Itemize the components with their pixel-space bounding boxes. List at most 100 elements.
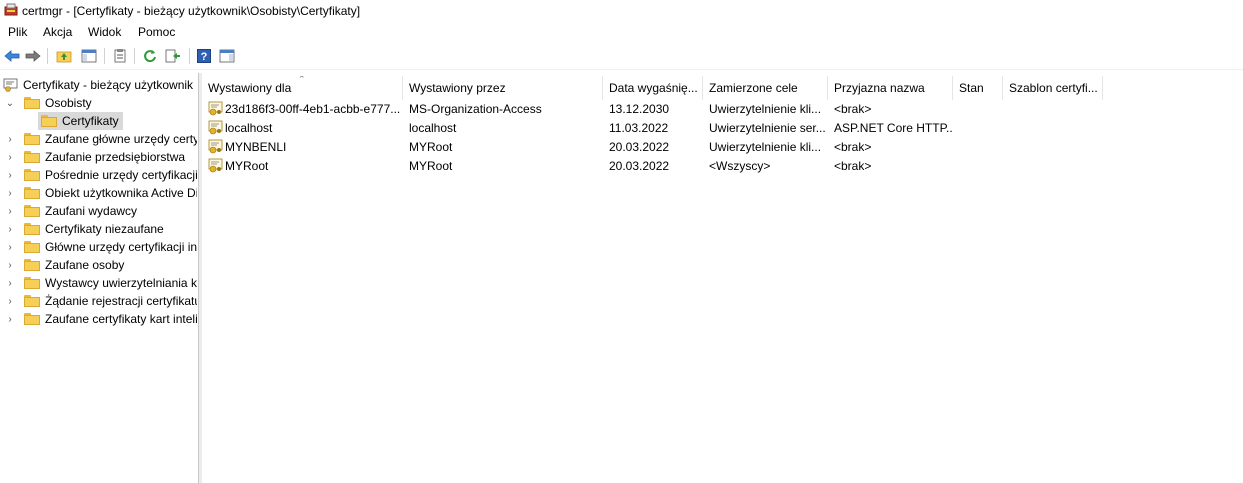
chevron-right-icon[interactable]: › [4, 150, 16, 164]
column-header-stan[interactable]: Stan [953, 76, 1003, 100]
up-folder-icon[interactable] [55, 47, 73, 65]
chevron-right-icon[interactable]: › [4, 312, 16, 326]
console-tree: Certyfikaty - bieżący użytkownik ⌄ Osobi… [0, 73, 197, 483]
tree-item-osobisty[interactable]: ⌄ Osobisty [4, 94, 92, 112]
cell-friendly-name: <brak> [834, 102, 872, 116]
toolbar-separator [47, 48, 48, 64]
table-row[interactable]: localhost localhost 11.03.2022 Uwierzyte… [202, 119, 1102, 138]
tree-item-label: Zaufane główne urzędy certyf [45, 132, 197, 146]
tree-item-zaufanie-przedsiebiorstwa[interactable]: › Zaufanie przedsiębiorstwa [4, 148, 185, 166]
column-header-wystawiony-dla[interactable]: ⌃ Wystawiony dla [202, 76, 403, 100]
tree-item-wystawcy-uwierzytelniania[interactable]: › Wystawcy uwierzytelniania kli [4, 274, 197, 292]
refresh-icon[interactable] [141, 47, 159, 65]
cell-issued-to: MYRoot [225, 159, 269, 173]
tree-item-active-directory[interactable]: › Obiekt użytkownika Active Di [4, 184, 197, 202]
tree-item-zadanie-rejestracji[interactable]: › Żądanie rejestracji certyfikatu [4, 292, 197, 310]
tree-item-glowne-inne[interactable]: › Główne urzędy certyfikacji inn [4, 238, 197, 256]
cell-issued-by: MYRoot [409, 159, 453, 173]
folder-icon [24, 133, 40, 145]
menu-pomoc[interactable]: Pomoc [138, 25, 175, 39]
show-hide-action-pane-icon[interactable] [218, 47, 236, 65]
chevron-right-icon[interactable]: › [4, 186, 16, 200]
menu-widok[interactable]: Widok [88, 25, 121, 39]
tree-item-label: Zaufane certyfikaty kart inteli [45, 312, 197, 326]
cell-issued-by: MS-Organization-Access [409, 102, 542, 116]
folder-icon [24, 169, 40, 181]
tree-item-label: Główne urzędy certyfikacji inn [45, 240, 197, 254]
column-label: Szablon certyfi... [1009, 81, 1098, 95]
sort-ascending-icon: ⌃ [298, 76, 306, 84]
folder-open-icon [41, 115, 57, 127]
certificate-icon [208, 120, 223, 135]
certificate-icon [208, 101, 223, 116]
chevron-right-icon[interactable]: › [4, 294, 16, 308]
menu-bar: Plik Akcja Widok Pomoc [0, 23, 1243, 43]
show-hide-tree-icon[interactable] [80, 47, 98, 65]
cell-issued-to: localhost [225, 121, 273, 135]
tree-item-label: Osobisty [45, 96, 92, 110]
chevron-right-icon[interactable]: › [4, 276, 16, 290]
tree-root[interactable]: Certyfikaty - bieżący użytkownik [3, 76, 193, 94]
tree-item-zaufane-glowne[interactable]: › Zaufane główne urzędy certyf [4, 130, 197, 148]
cell-expiration: 20.03.2022 [609, 140, 670, 154]
column-label: Zamierzone cele [709, 81, 798, 95]
toolbar: ? [0, 45, 1243, 70]
chevron-right-icon[interactable]: › [4, 240, 16, 254]
tree-item-label: Certyfikaty [62, 114, 119, 128]
toolbar-separator [104, 48, 105, 64]
column-header-wystawiony-przez[interactable]: Wystawiony przez [403, 76, 603, 100]
cell-friendly-name: <brak> [834, 140, 872, 154]
tree-item-posrednie[interactable]: › Pośrednie urzędy certyfikacji [4, 166, 197, 184]
chevron-down-icon[interactable]: ⌄ [4, 96, 16, 110]
chevron-right-icon[interactable]: › [4, 258, 16, 272]
table-row[interactable]: MYRoot MYRoot 20.03.2022 <Wszyscy> <brak… [202, 157, 1102, 176]
certificate-icon [208, 139, 223, 154]
chevron-right-icon[interactable]: › [4, 132, 16, 146]
tree-item-certyfikaty[interactable]: Certyfikaty [38, 112, 123, 130]
column-header-przyjazna-nazwa[interactable]: Przyjazna nazwa [828, 76, 953, 100]
tree-item-zaufani-wydawcy[interactable]: › Zaufani wydawcy [4, 202, 137, 220]
column-label: Data wygaśnię... [609, 81, 698, 95]
tree-item-karty-inteligentne[interactable]: › Zaufane certyfikaty kart inteli [4, 310, 197, 328]
table-row[interactable]: 23d186f3-00ff-4eb1-acbb-e777... MS-Organ… [202, 100, 1102, 119]
properties-icon[interactable] [111, 47, 129, 65]
table-row[interactable]: MYNBENLI MYRoot 20.03.2022 Uwierzytelnie… [202, 138, 1102, 157]
help-icon[interactable]: ? [195, 47, 213, 65]
column-label: Przyjazna nazwa [834, 81, 925, 95]
column-header-data-wygasniecia[interactable]: Data wygaśnię... [603, 76, 703, 100]
tree-item-label: Obiekt użytkownika Active Di [45, 186, 197, 200]
certificates-root-icon [3, 78, 18, 92]
svg-text:?: ? [201, 51, 208, 63]
folder-icon [24, 151, 40, 163]
folder-icon [24, 223, 40, 235]
cell-purposes: Uwierzytelnienie kli... [709, 140, 822, 154]
menu-plik[interactable]: Plik [8, 25, 27, 39]
cell-issued-by: localhost [409, 121, 457, 135]
tree-item-zaufane-osoby[interactable]: › Zaufane osoby [4, 256, 124, 274]
folder-icon [24, 313, 40, 325]
cell-purposes: Uwierzytelnienie kli... [709, 102, 822, 116]
column-header-zamierzone-cele[interactable]: Zamierzone cele [703, 76, 828, 100]
tree-item-label: Zaufanie przedsiębiorstwa [45, 150, 186, 164]
tree-item-niezaufane[interactable]: › Certyfikaty niezaufane [4, 220, 163, 238]
title-bar: certmgr - [Certyfikaty - bieżący użytkow… [0, 0, 1243, 22]
folder-icon [24, 187, 40, 199]
cell-issued-by: MYRoot [409, 140, 453, 154]
cell-issued-to: MYNBENLI [225, 140, 287, 154]
cell-expiration: 13.12.2030 [609, 102, 670, 116]
menu-akcja[interactable]: Akcja [43, 25, 72, 39]
back-icon[interactable] [3, 47, 21, 65]
column-label: Stan [959, 81, 984, 95]
folder-icon [24, 97, 40, 109]
certmgr-app-icon [4, 3, 18, 16]
folder-icon [24, 241, 40, 253]
tree-item-label: Zaufane osoby [45, 258, 125, 272]
chevron-right-icon[interactable]: › [4, 204, 16, 218]
chevron-right-icon[interactable]: › [4, 222, 16, 236]
column-header-szablon[interactable]: Szablon certyfi... [1003, 76, 1103, 100]
tree-item-label: Zaufani wydawcy [45, 204, 138, 218]
forward-icon[interactable] [24, 47, 42, 65]
certificate-icon [208, 158, 223, 173]
chevron-right-icon[interactable]: › [4, 168, 16, 182]
export-list-icon[interactable] [164, 47, 182, 65]
